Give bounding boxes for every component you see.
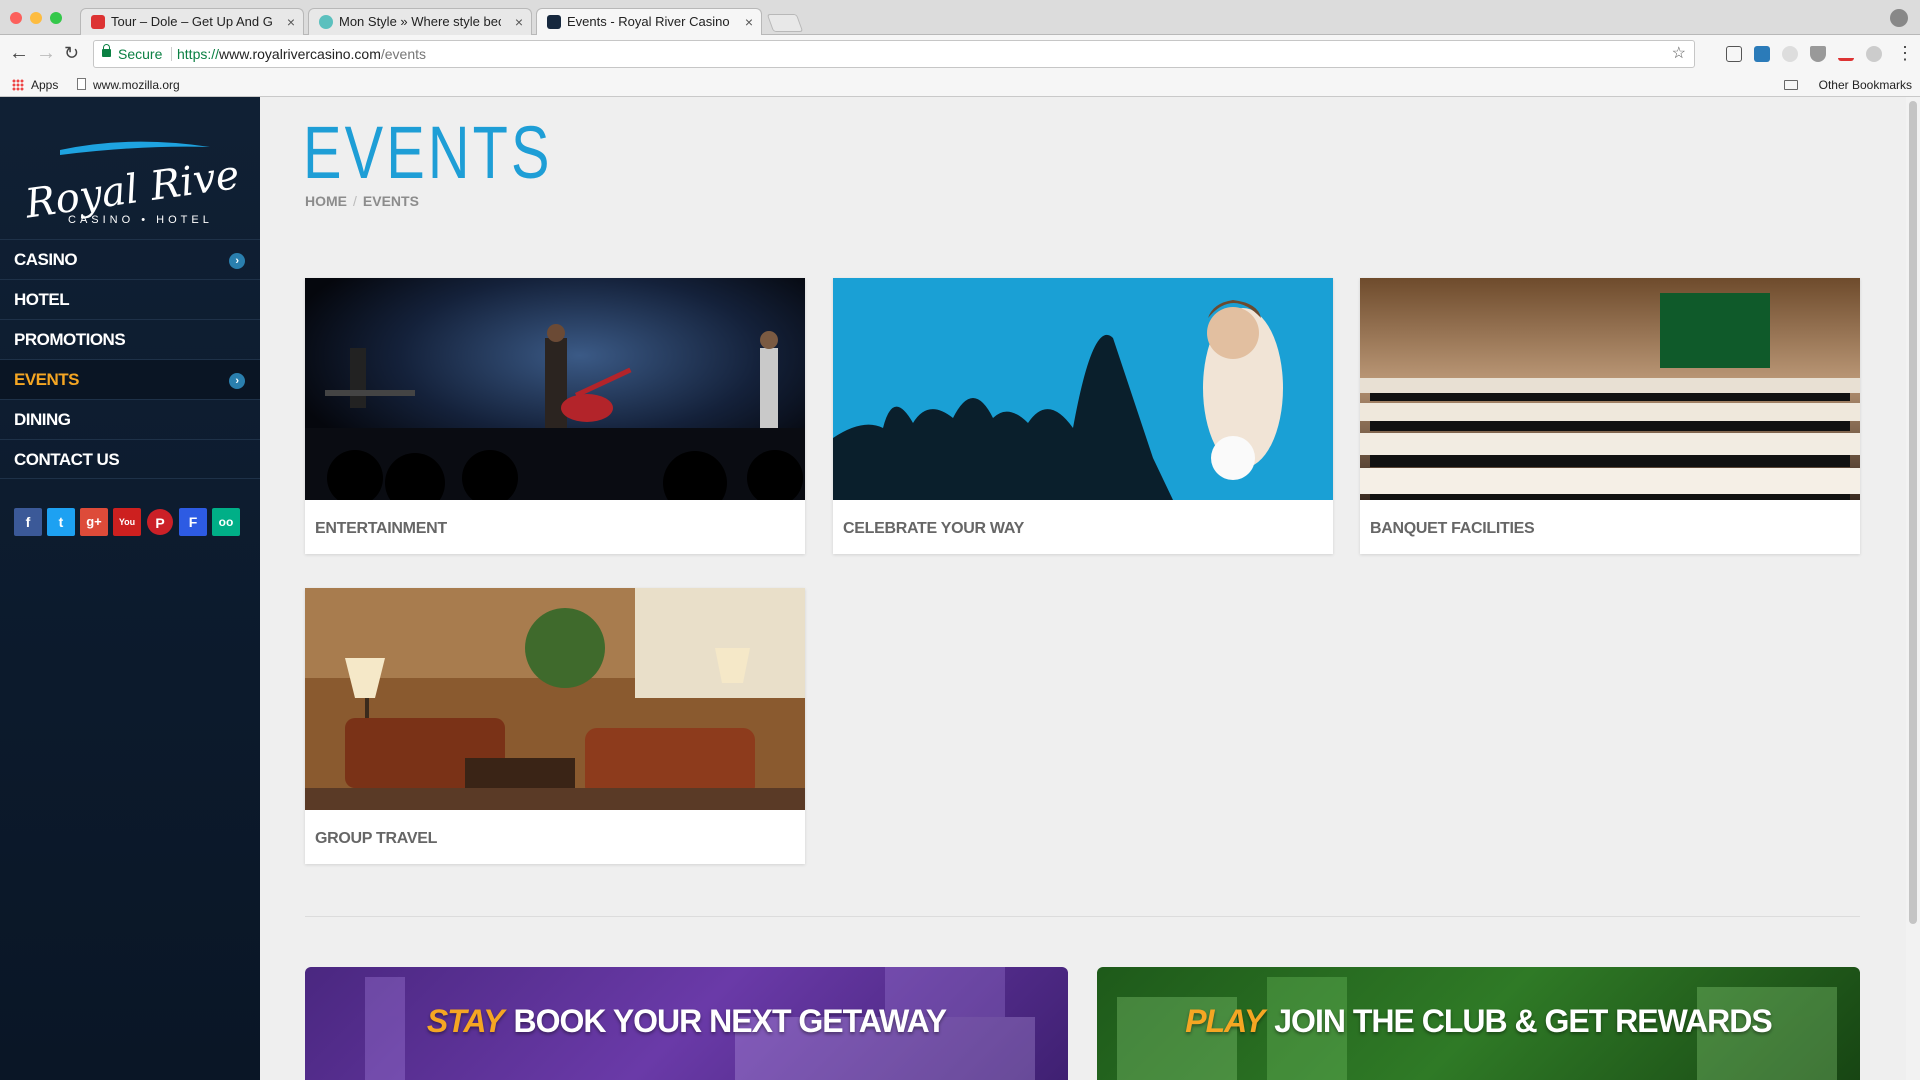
menu-item-label: DINING <box>14 410 71 429</box>
event-card-entertainment[interactable]: ENTERTAINMENT <box>305 278 805 554</box>
url-host: www.royalrivercasino.com <box>219 46 381 62</box>
bookmark-star-icon[interactable]: ☆ <box>1672 41 1686 67</box>
new-tab-button[interactable] <box>766 14 804 32</box>
concert-image <box>305 278 805 500</box>
youtube-icon[interactable]: You <box>113 508 141 536</box>
royal-river-logo[interactable]: Royal River CASINO • HOTEL <box>20 125 264 235</box>
close-icon[interactable]: × <box>515 9 523 35</box>
tab-title: Tour – Dole – Get Up And Grow <box>111 14 273 29</box>
url-text: https://www.royalrivercasino.com/events <box>177 41 426 67</box>
twitter-icon[interactable]: t <box>47 508 75 536</box>
chevron-right-icon[interactable]: › <box>229 253 245 269</box>
menu-item-label: CASINO <box>14 250 78 269</box>
tab-events[interactable]: Events - Royal River Casino & × <box>536 8 762 36</box>
extension-red-icon[interactable] <box>1838 51 1854 61</box>
royal-river-icon <box>547 15 561 29</box>
scrollbar-thumb[interactable] <box>1909 101 1917 924</box>
apps-grid-icon <box>12 79 24 91</box>
tab-title: Events - Royal River Casino & <box>567 14 731 29</box>
section-divider <box>305 916 1860 917</box>
promo-stay-text: STAY BOOK YOUR NEXT GETAWAY <box>305 1003 1068 1040</box>
profile-icon[interactable] <box>1890 9 1908 27</box>
bookmarks-bar: Apps www.mozilla.org Other Bookmarks <box>0 73 1920 97</box>
extension-grey-icon[interactable] <box>1782 46 1798 62</box>
promo-keyword: STAY <box>426 1003 505 1039</box>
event-card-banquet-facilities[interactable]: BANQUET FACILITIES <box>1360 278 1860 554</box>
chevron-right-icon[interactable]: › <box>229 373 245 389</box>
promo-play[interactable]: PLAY JOIN THE CLUB & GET REWARDS <box>1097 967 1860 1080</box>
menu-item-label: HOTEL <box>14 290 70 309</box>
pinterest-icon[interactable]: P <box>147 509 173 535</box>
logo-graphic: Royal River CASINO • HOTEL <box>22 141 264 228</box>
zoom-window-icon[interactable] <box>50 12 62 24</box>
card-label: GROUP TRAVEL <box>315 830 438 847</box>
url-path: /events <box>380 46 426 62</box>
divider <box>171 47 172 61</box>
banquet-hall-image <box>1360 278 1860 500</box>
tripadvisor-icon[interactable]: oo <box>212 508 240 536</box>
cast-icon[interactable] <box>1726 46 1742 62</box>
minimize-window-icon[interactable] <box>30 12 42 24</box>
facebook-icon[interactable]: f <box>14 508 42 536</box>
menu-item-dining[interactable]: DINING <box>0 399 260 439</box>
folder-icon <box>1784 80 1798 90</box>
breadcrumb-home[interactable]: HOME <box>305 193 347 209</box>
google-plus-icon[interactable]: g+ <box>80 508 108 536</box>
address-bar[interactable]: Secure https://www.royalrivercasino.com/… <box>93 40 1695 68</box>
sidebar: Royal River CASINO • HOTEL CASINO › HOTE… <box>0 97 264 1080</box>
promo-message: JOIN THE CLUB & GET REWARDS <box>1274 1003 1772 1039</box>
card-label: BANQUET FACILITIES <box>1370 520 1535 537</box>
breadcrumb: HOME / EVENTS <box>305 193 419 209</box>
card-label: ENTERTAINMENT <box>315 520 447 537</box>
browser-tab-bar: Tour – Dole – Get Up And Grow × Mon Styl… <box>0 0 1920 36</box>
browser-toolbar: ← → ↻ Secure https://www.royalrivercasin… <box>0 35 1920 73</box>
main-menu: CASINO › HOTEL PROMOTIONS EVENTS › DININ… <box>0 239 260 479</box>
card-label: CELEBRATE YOUR WAY <box>843 520 1024 537</box>
promo-stay[interactable]: STAY BOOK YOUR NEXT GETAWAY <box>305 967 1068 1080</box>
wedding-image <box>833 278 1333 500</box>
page-title: EVENTS <box>303 111 553 194</box>
menu-kebab-icon[interactable]: ⋮ <box>1896 43 1914 63</box>
event-card-group-travel[interactable]: GROUP TRAVEL <box>305 588 805 864</box>
promo-keyword: PLAY <box>1185 1003 1265 1039</box>
pocket-icon[interactable] <box>1810 46 1826 62</box>
tab-mon-style[interactable]: Mon Style » Where style beco × <box>308 8 532 35</box>
page-icon <box>77 78 86 90</box>
menu-item-contact-us[interactable]: CONTACT US <box>0 439 260 479</box>
menu-item-promotions[interactable]: PROMOTIONS <box>0 319 260 359</box>
lobby-image <box>305 588 805 810</box>
back-icon[interactable]: ← <box>9 43 29 63</box>
menu-item-label: CONTACT US <box>14 450 120 469</box>
lock-icon <box>102 44 111 57</box>
close-icon[interactable]: × <box>745 9 753 35</box>
promo-message: BOOK YOUR NEXT GETAWAY <box>513 1003 948 1039</box>
extension-blue-icon[interactable] <box>1754 46 1770 62</box>
close-icon[interactable]: × <box>287 9 295 35</box>
close-window-icon[interactable] <box>10 12 22 24</box>
strawberry-icon <box>91 15 105 29</box>
promo-play-text: PLAY JOIN THE CLUB & GET REWARDS <box>1097 1003 1860 1040</box>
menu-item-label: EVENTS <box>14 370 80 389</box>
breadcrumb-separator: / <box>353 193 357 209</box>
mon-style-icon <box>319 15 333 29</box>
menu-item-hotel[interactable]: HOTEL <box>0 279 260 319</box>
security-label: Secure <box>118 46 163 62</box>
logo-tagline: CASINO • HOTEL <box>68 214 213 226</box>
menu-item-casino[interactable]: CASINO › <box>0 239 260 279</box>
other-bookmarks[interactable]: Other Bookmarks <box>1819 78 1912 92</box>
menu-item-label: PROMOTIONS <box>14 330 126 349</box>
menu-item-events[interactable]: EVENTS › <box>0 359 260 399</box>
tab-dole[interactable]: Tour – Dole – Get Up And Grow × <box>80 8 304 35</box>
extension-shield-icon[interactable] <box>1866 46 1882 62</box>
bookmark-mozilla[interactable]: www.mozilla.org <box>93 78 180 92</box>
url-scheme: https:// <box>177 46 220 62</box>
foursquare-icon[interactable]: F <box>179 508 207 536</box>
event-card-celebrate-your-way[interactable]: CELEBRATE YOUR WAY <box>833 278 1333 554</box>
bookmark-apps[interactable]: Apps <box>31 78 58 92</box>
reload-icon[interactable]: ↻ <box>64 43 79 63</box>
tab-title: Mon Style » Where style beco <box>339 14 501 29</box>
breadcrumb-current: EVENTS <box>362 193 419 209</box>
forward-icon[interactable]: → <box>36 43 56 63</box>
